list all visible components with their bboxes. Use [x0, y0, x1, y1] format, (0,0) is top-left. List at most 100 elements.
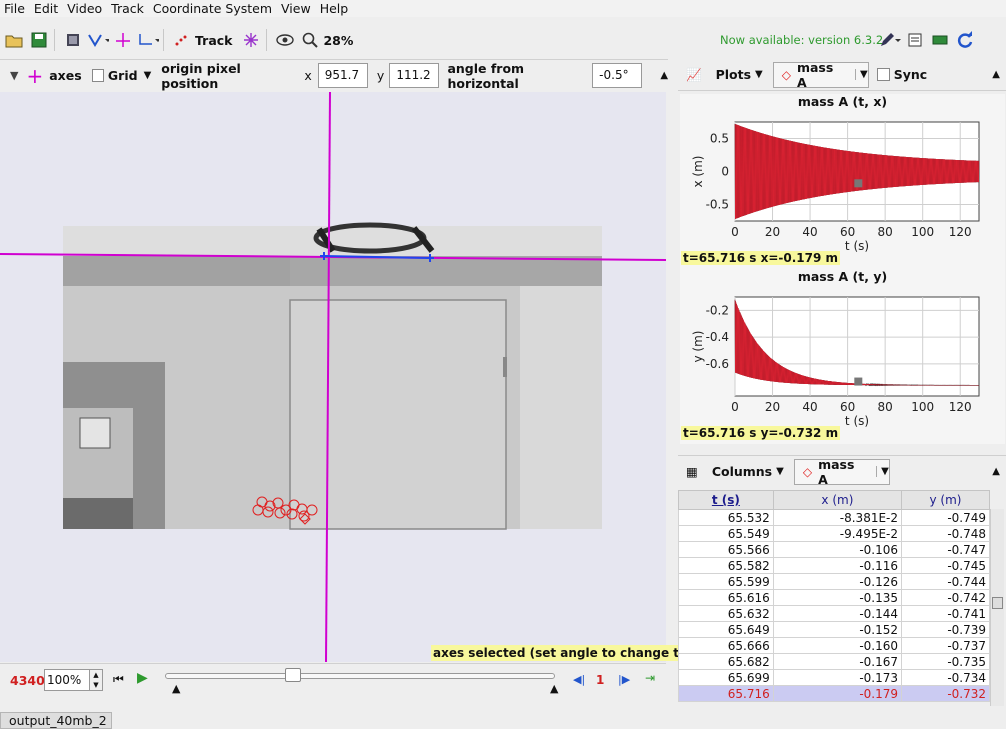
table-icon[interactable]: ▦	[686, 464, 698, 479]
save-icon[interactable]	[28, 29, 50, 51]
cell-t[interactable]: 65.616	[678, 589, 774, 606]
cell-t[interactable]: 65.549	[678, 525, 774, 542]
axes-icon[interactable]	[112, 29, 134, 51]
cell-x[interactable]: -0.106	[772, 541, 903, 558]
table-row[interactable]: 65.532 -8.381E-2 -0.749	[678, 509, 990, 526]
cell-x[interactable]: -0.160	[772, 637, 903, 654]
refresh-icon[interactable]	[954, 29, 976, 51]
track-button[interactable]: Track	[195, 33, 232, 48]
scroll-thumb[interactable]	[992, 597, 1003, 609]
cell-t[interactable]: 65.666	[678, 637, 774, 654]
collapse-up-icon[interactable]: ▲	[660, 70, 668, 81]
cell-y[interactable]: -0.744	[901, 573, 990, 590]
player-zoom-field[interactable]: 100%	[44, 669, 90, 691]
cell-x[interactable]: -0.179	[772, 685, 903, 702]
track-icon[interactable]	[171, 29, 193, 51]
video-view[interactable]	[0, 92, 666, 662]
table-track-selector[interactable]: ◇ mass A ▼	[793, 457, 890, 487]
cell-y[interactable]: -0.749	[901, 509, 990, 526]
cell-y[interactable]: -0.737	[901, 637, 990, 654]
cell-x[interactable]: -0.144	[772, 605, 903, 622]
cell-x[interactable]: -0.135	[772, 589, 903, 606]
columns-menu[interactable]: Columns	[712, 464, 772, 479]
table-row[interactable]: 65.599 -0.126 -0.744	[678, 573, 990, 590]
cell-y[interactable]: -0.742	[901, 589, 990, 606]
cell-y[interactable]: -0.745	[901, 557, 990, 574]
step-backward-icon[interactable]: ◀|	[573, 673, 585, 686]
table-row[interactable]: 65.616 -0.135 -0.742	[678, 589, 990, 606]
table-row[interactable]: 65.566 -0.106 -0.747	[678, 541, 990, 558]
plot-track-selector[interactable]: ◇ mass A ▼	[772, 60, 869, 90]
menu-coordinate-system[interactable]: Coordinate System	[149, 1, 277, 16]
step-forward-icon[interactable]: |▶	[618, 673, 630, 686]
zoom-spinner[interactable]: ▲ ▼	[89, 669, 103, 691]
eye-icon[interactable]	[274, 29, 296, 51]
cell-y[interactable]: -0.741	[901, 605, 990, 622]
cell-x[interactable]: -0.152	[772, 621, 903, 638]
plots-dropdown-icon[interactable]: ▼	[755, 69, 763, 80]
memory-icon[interactable]	[929, 29, 951, 51]
sync-checkbox[interactable]	[876, 68, 890, 81]
slider-thumb[interactable]	[285, 668, 301, 682]
menu-view[interactable]: View	[277, 1, 316, 16]
axes-menu-icon[interactable]: ▼	[10, 69, 18, 82]
table-row[interactable]: 65.716 -0.179 -0.732	[678, 685, 990, 702]
table-row[interactable]: 65.632 -0.144 -0.741	[678, 605, 990, 622]
table-row[interactable]: 65.549 -9.495E-2 -0.748	[678, 525, 990, 542]
cell-y[interactable]: -0.732	[901, 685, 990, 702]
plot-x[interactable]: mass A (t, x) 0 20 40 60 80 100 120 0.5 0 -0.5 t (…	[680, 94, 1005, 269]
cell-t[interactable]: 65.582	[678, 557, 774, 574]
cell-x[interactable]: -0.116	[772, 557, 903, 574]
table-scrollbar[interactable]	[990, 509, 1004, 706]
menu-edit[interactable]: Edit	[30, 1, 63, 16]
cell-x[interactable]: -0.126	[772, 573, 903, 590]
menu-help[interactable]: Help	[316, 1, 354, 16]
grid-checkbox[interactable]	[91, 69, 104, 82]
zoom-icon[interactable]	[299, 29, 321, 51]
bottom-tab[interactable]: output_40mb_2	[0, 712, 112, 729]
cell-x[interactable]: -8.381E-2	[772, 509, 903, 526]
cell-t[interactable]: 65.632	[678, 605, 774, 622]
cell-y[interactable]: -0.739	[901, 621, 990, 638]
loop-icon[interactable]: ⇥	[645, 671, 655, 685]
table-row[interactable]: 65.582 -0.116 -0.745	[678, 557, 990, 574]
plots-menu[interactable]: Plots	[716, 67, 751, 82]
clip-settings-icon[interactable]	[62, 29, 84, 51]
update-notice[interactable]: Now available: version 6.3.2	[720, 33, 883, 47]
cell-x[interactable]: -0.173	[772, 669, 903, 686]
plot-y[interactable]: mass A (t, y) 0 20 40 60 80 100 120 -0.2 -0.4 -0.…	[680, 269, 1005, 444]
step-size[interactable]: 1	[596, 673, 604, 687]
plot-axes-icon[interactable]: 📈	[686, 67, 702, 83]
collapse-up-icon[interactable]: ▲	[992, 466, 1000, 477]
table-row[interactable]: 65.649 -0.152 -0.739	[678, 621, 990, 638]
table-row[interactable]: 65.699 -0.173 -0.734	[678, 669, 990, 686]
cell-t[interactable]: 65.716	[678, 685, 774, 702]
menu-track[interactable]: Track	[107, 1, 149, 16]
cell-y[interactable]: -0.734	[901, 669, 990, 686]
table-row[interactable]: 65.666 -0.160 -0.737	[678, 637, 990, 654]
cell-t[interactable]: 65.566	[678, 541, 774, 558]
grid-label[interactable]: Grid	[108, 68, 138, 83]
tape-measure-icon[interactable]	[137, 29, 159, 51]
menu-file[interactable]: File	[0, 1, 30, 16]
cell-t[interactable]: 65.599	[678, 573, 774, 590]
cell-t[interactable]: 65.682	[678, 653, 774, 670]
cell-t[interactable]: 65.699	[678, 669, 774, 686]
collapse-up-icon[interactable]: ▲	[992, 69, 1000, 80]
cell-t[interactable]: 65.649	[678, 621, 774, 638]
start-marker-icon[interactable]: ▲	[172, 682, 180, 695]
cell-y[interactable]: -0.735	[901, 653, 990, 670]
cell-t[interactable]: 65.532	[678, 509, 774, 526]
column-header-y[interactable]: y (m)	[901, 490, 990, 510]
calibration-tools-icon[interactable]	[87, 29, 109, 51]
data-table[interactable]: t (s) x (m) y (m) 65.532 -8.381E-2 -0.749 6…	[678, 490, 990, 702]
cell-y[interactable]: -0.748	[901, 525, 990, 542]
chevron-down-icon[interactable]: ▼	[855, 69, 868, 80]
cell-x[interactable]: -0.167	[772, 653, 903, 670]
frame-number[interactable]: 4340	[10, 673, 45, 688]
chevron-down-icon[interactable]: ▼	[876, 466, 889, 477]
notes-icon[interactable]	[904, 29, 926, 51]
table-row[interactable]: 65.682 -0.167 -0.735	[678, 653, 990, 670]
column-header-x[interactable]: x (m)	[772, 490, 903, 510]
origin-y-field[interactable]: 111.2	[389, 63, 440, 88]
